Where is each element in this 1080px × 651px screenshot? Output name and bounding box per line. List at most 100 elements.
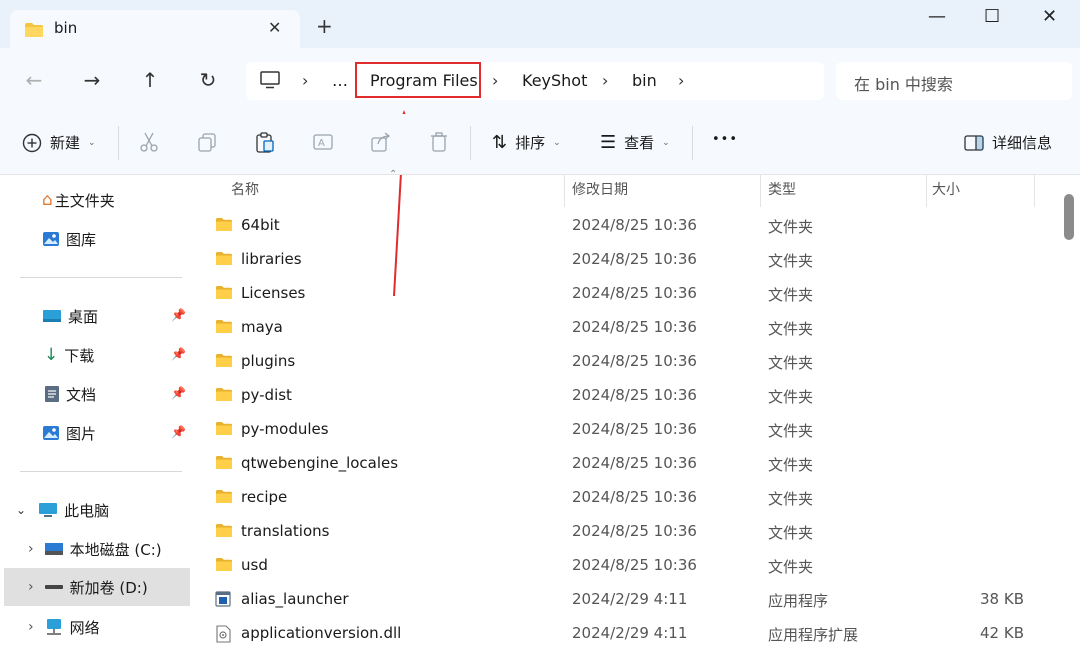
sidebar-item-drive-d[interactable]: › 新加卷 (D:) xyxy=(4,568,190,606)
folder-icon xyxy=(215,319,233,338)
breadcrumb-bin[interactable]: bin xyxy=(632,71,657,90)
file-type: 文件夹 xyxy=(768,320,814,338)
column-header-name[interactable]: 名称 xyxy=(231,179,259,199)
file-type: 文件夹 xyxy=(768,456,814,474)
breadcrumb-separator[interactable]: › xyxy=(302,71,308,90)
breadcrumb-separator[interactable]: › xyxy=(602,71,608,90)
sidebar-item-label: 下载 xyxy=(64,346,95,365)
file-name: 64bit xyxy=(241,216,280,234)
pin-icon[interactable]: 📌 xyxy=(171,386,186,400)
file-row[interactable]: plugins 2024/8/25 10:36 文件夹 xyxy=(194,345,1058,379)
divider xyxy=(692,126,693,160)
file-row[interactable]: usd 2024/8/25 10:36 文件夹 xyxy=(194,549,1058,583)
file-row[interactable]: 64bit 2024/8/25 10:36 文件夹 xyxy=(194,209,1058,243)
view-button[interactable]: ☰ 查看 ⌄ xyxy=(600,132,670,153)
file-type: 文件夹 xyxy=(768,354,814,372)
tab-bin[interactable]: bin ✕ xyxy=(10,10,300,48)
sort-icon: ⇅ xyxy=(492,132,508,153)
sidebar-item-home[interactable]: ⌂ 主文件夹 xyxy=(0,182,192,218)
file-type: 文件夹 xyxy=(768,286,814,304)
new-label: 新建 xyxy=(50,134,81,152)
chevron-right-icon[interactable]: › xyxy=(28,619,34,635)
search-box[interactable]: 在 bin 中搜索 xyxy=(836,62,1072,100)
file-row[interactable]: libraries 2024/8/25 10:36 文件夹 xyxy=(194,243,1058,277)
vertical-scrollbar[interactable] xyxy=(1060,175,1080,642)
delete-icon[interactable] xyxy=(428,131,450,157)
file-row[interactable]: alias_launcher 2024/2/29 4:11 应用程序 38 KB xyxy=(194,583,1058,617)
pictures-icon xyxy=(43,426,59,440)
column-divider[interactable] xyxy=(564,175,565,207)
drive-icon xyxy=(44,585,63,589)
forward-button[interactable]: → xyxy=(78,66,106,94)
address-bar[interactable]: › … Program Files › KeyShot › bin › xyxy=(246,62,824,100)
computer-icon[interactable] xyxy=(260,71,280,93)
file-date: 2024/8/25 10:36 xyxy=(572,352,697,370)
pin-icon[interactable]: 📌 xyxy=(171,347,186,361)
sort-label: 排序 xyxy=(515,134,546,152)
column-header-size[interactable]: 大小 xyxy=(932,179,960,199)
more-options-button[interactable]: ••• xyxy=(712,132,738,147)
file-name: usd xyxy=(241,556,268,574)
file-row[interactable]: translations 2024/8/25 10:36 文件夹 xyxy=(194,515,1058,549)
chevron-down-icon[interactable]: ⌄ xyxy=(16,503,26,517)
share-icon[interactable] xyxy=(370,131,392,157)
sidebar-item-drive-c[interactable]: › 本地磁盘 (C:) xyxy=(0,531,192,567)
column-divider[interactable] xyxy=(1034,175,1035,207)
file-row[interactable]: Licenses 2024/8/25 10:36 文件夹 xyxy=(194,277,1058,311)
rename-icon[interactable]: A xyxy=(312,131,334,157)
sidebar-item-gallery[interactable]: 图库 xyxy=(0,221,192,257)
breadcrumb-keyshot[interactable]: KeyShot xyxy=(522,71,587,90)
chevron-right-icon[interactable]: › xyxy=(28,579,34,595)
plus-circle-icon xyxy=(22,133,42,152)
new-button[interactable]: 新建 ⌄ xyxy=(22,132,96,153)
sidebar-item-this-pc[interactable]: ⌄ 此电脑 xyxy=(0,492,192,528)
file-date: 2024/8/25 10:36 xyxy=(572,522,697,540)
new-tab-button[interactable]: + xyxy=(316,14,333,38)
dll-icon xyxy=(215,625,231,647)
back-button[interactable]: ← xyxy=(20,66,48,94)
close-tab-icon[interactable]: ✕ xyxy=(268,18,281,37)
file-date: 2024/8/25 10:36 xyxy=(572,556,697,574)
breadcrumb-separator[interactable]: › xyxy=(678,71,684,90)
sidebar-item-desktop[interactable]: 桌面 📌 xyxy=(0,298,192,334)
file-row[interactable]: recipe 2024/8/25 10:36 文件夹 xyxy=(194,481,1058,515)
column-header-date[interactable]: 修改日期 xyxy=(572,179,628,199)
copy-icon[interactable] xyxy=(196,131,218,157)
minimize-button[interactable]: — xyxy=(928,6,946,27)
cut-icon[interactable] xyxy=(138,131,160,157)
details-pane-button[interactable]: 详细信息 xyxy=(964,132,1052,153)
breadcrumb-separator[interactable]: › xyxy=(492,71,498,90)
file-date: 2024/8/25 10:36 xyxy=(572,250,697,268)
details-label: 详细信息 xyxy=(992,134,1053,152)
breadcrumb-overflow[interactable]: … xyxy=(332,71,348,90)
up-button[interactable]: ↑ xyxy=(136,66,164,94)
file-row[interactable]: py-modules 2024/8/25 10:36 文件夹 xyxy=(194,413,1058,447)
column-divider[interactable] xyxy=(926,175,927,207)
file-row[interactable]: applicationversion.dll 2024/2/29 4:11 应用程序… xyxy=(194,617,1058,651)
sidebar-item-documents[interactable]: 文档 📌 xyxy=(0,376,192,412)
maximize-button[interactable]: ☐ xyxy=(984,6,1000,27)
download-icon: ↓ xyxy=(44,345,59,365)
paste-icon[interactable] xyxy=(254,131,276,157)
file-name: alias_launcher xyxy=(241,590,349,608)
chevron-right-icon[interactable]: › xyxy=(28,541,34,557)
pin-icon[interactable]: 📌 xyxy=(171,308,186,322)
file-date: 2024/8/25 10:36 xyxy=(572,318,697,336)
sidebar-item-network[interactable]: › 网络 xyxy=(0,609,192,645)
sidebar-item-pictures[interactable]: 图片 📌 xyxy=(0,415,192,451)
file-row[interactable]: py-dist 2024/8/25 10:36 文件夹 xyxy=(194,379,1058,413)
column-divider[interactable] xyxy=(760,175,761,207)
search-input[interactable]: 在 bin 中搜索 xyxy=(854,71,953,95)
file-row[interactable]: maya 2024/8/25 10:36 文件夹 xyxy=(194,311,1058,345)
refresh-button[interactable]: ↻ xyxy=(194,66,222,94)
scrollbar-thumb[interactable] xyxy=(1064,194,1074,240)
pin-icon[interactable]: 📌 xyxy=(171,425,186,439)
column-header-type[interactable]: 类型 xyxy=(768,179,796,199)
file-row[interactable]: qtwebengine_locales 2024/8/25 10:36 文件夹 xyxy=(194,447,1058,481)
file-type: 文件夹 xyxy=(768,524,814,542)
close-window-button[interactable]: ✕ xyxy=(1042,6,1057,27)
folder-icon xyxy=(215,421,233,440)
sort-button[interactable]: ⇅ 排序 ⌄ xyxy=(492,132,561,153)
file-date: 2024/8/25 10:36 xyxy=(572,420,697,438)
sidebar-item-downloads[interactable]: ↓ 下载 📌 xyxy=(0,337,192,373)
